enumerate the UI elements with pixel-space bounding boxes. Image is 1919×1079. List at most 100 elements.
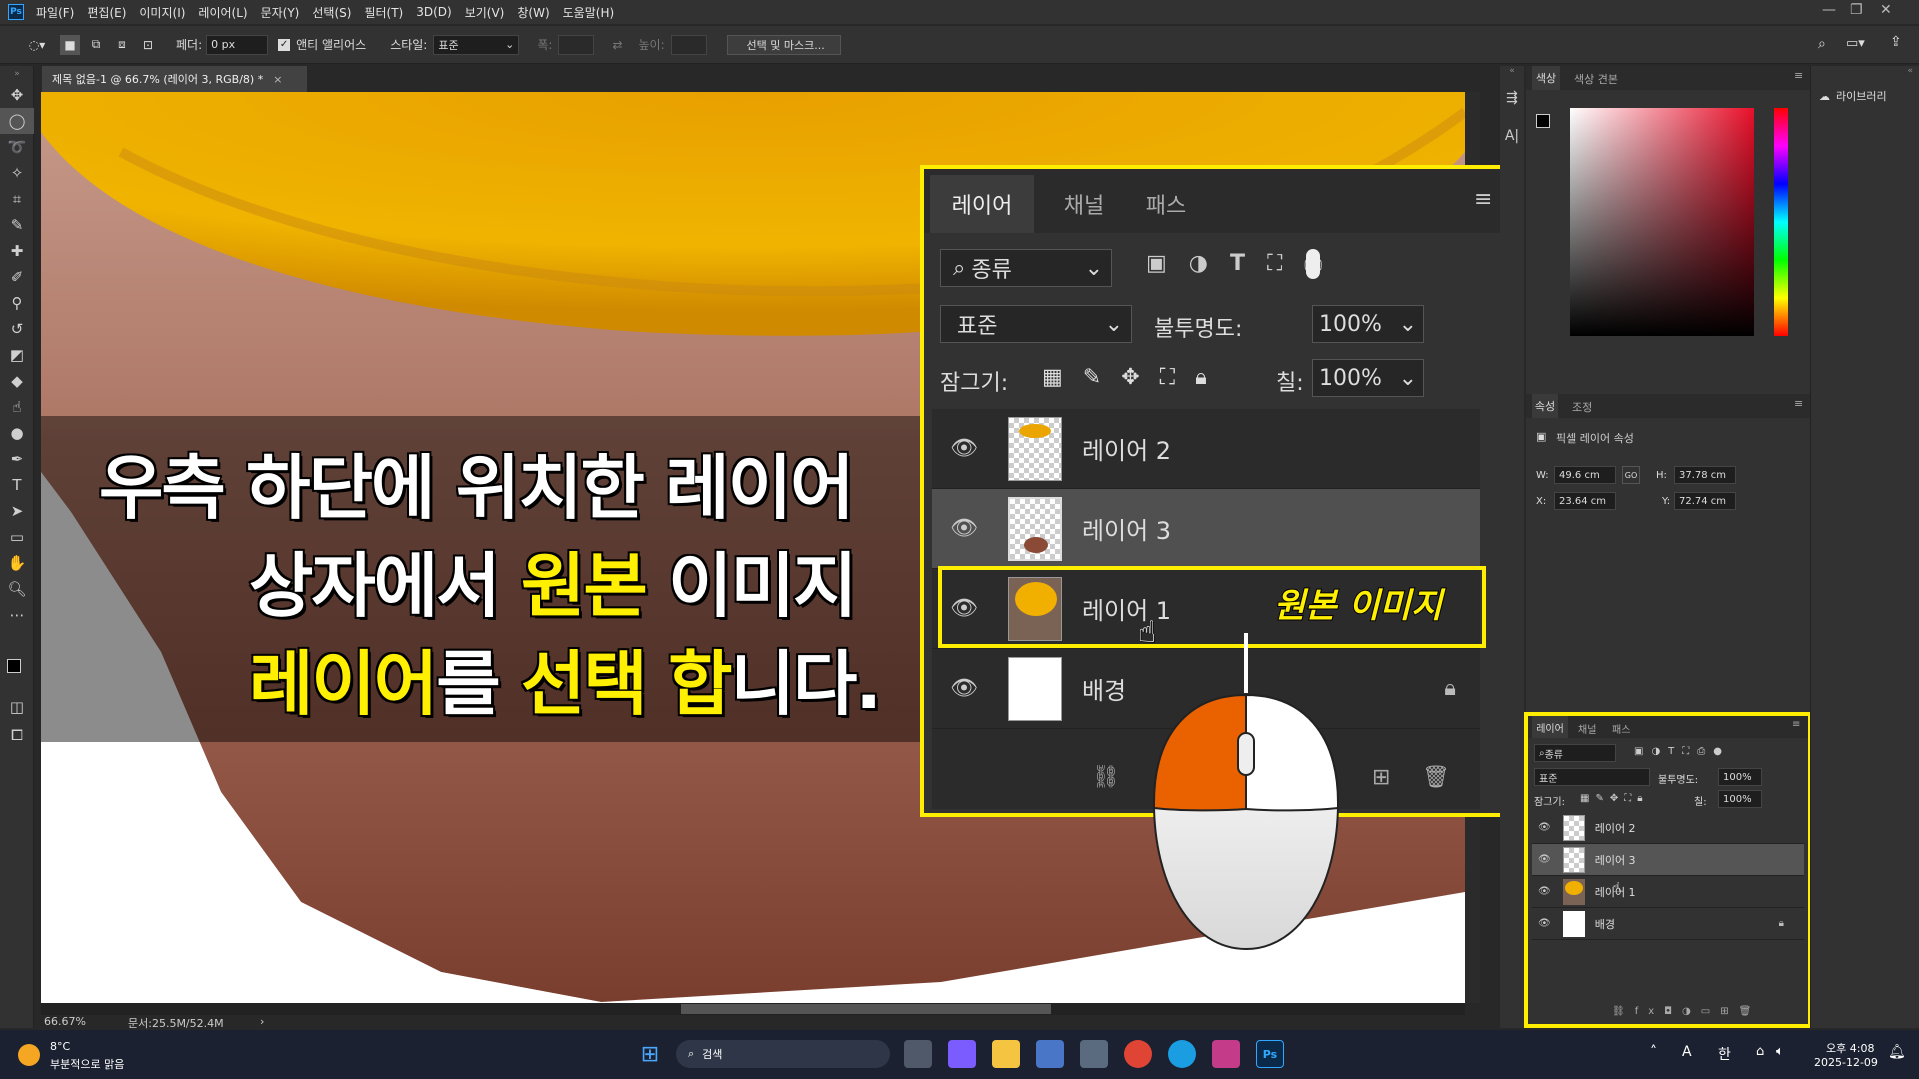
smudge-tool-icon[interactable]: ☝ [0,394,34,420]
filter-kind-select[interactable]: ⌕ 종류 [1534,744,1616,762]
tab-properties[interactable]: 속성 [1532,394,1558,418]
zoom-tool-icon[interactable]: 🔍︎ [0,576,34,602]
x-input[interactable]: 23.64 cm [1554,492,1616,510]
lock-paint-icon[interactable]: ✎ [1083,365,1101,390]
subtract-selection-icon[interactable]: ⧈ [112,35,132,55]
snipping-tool-icon[interactable] [1212,1040,1240,1068]
filter-kind-select[interactable]: ⌕ 종류 ⌄ [940,249,1112,287]
chrome-icon[interactable] [1124,1040,1152,1068]
new-selection-icon[interactable]: ■ [60,34,80,55]
lock-icons[interactable]: ▦✎✥⛶🔒︎ [1580,793,1649,804]
horizontal-scrollbar[interactable] [41,1003,1465,1015]
h-input[interactable]: 37.78 cm [1674,466,1736,484]
healing-brush-tool-icon[interactable]: ✚ [0,238,34,264]
feather-input[interactable]: 0 px [206,34,269,55]
intersect-selection-icon[interactable]: ⊡ [138,35,158,55]
layer-row[interactable]: 👁︎ 레이어 2 [932,409,1480,489]
dodge-tool-icon[interactable]: ● [0,420,34,446]
character-icon[interactable]: A| [1500,128,1524,144]
tab-layers[interactable]: 레이어 [1532,716,1568,738]
tab-paths[interactable]: 패스 [1612,721,1630,736]
screen-mode-icon[interactable]: ⧠ [0,722,34,748]
eye-icon[interactable]: 👁︎ [1538,822,1551,833]
start-icon[interactable]: ⊞ [636,1040,664,1068]
tab-channels[interactable]: 채널 [1578,721,1596,736]
collapse-icon[interactable]: « [1811,66,1919,80]
calculator-icon[interactable] [1080,1040,1108,1068]
eye-icon[interactable]: 👁︎ [1538,886,1551,897]
ime-mode-han[interactable]: 한 [1718,1044,1731,1064]
clock-time[interactable]: 오후 4:08 [1826,1040,1874,1056]
lock-artboard-icon[interactable]: ⛶ [1160,365,1175,390]
brush-tool-icon[interactable]: ✐ [0,264,34,290]
eye-icon[interactable]: 👁︎ [950,516,978,541]
foreground-color-swatch[interactable] [1536,114,1550,128]
filter-icons[interactable]: ▣◑T⛶⎙● [1634,746,1730,757]
lock-all-icon[interactable]: 🔒︎ [1195,365,1207,390]
pen-tool-icon[interactable]: ✒ [0,446,34,472]
elliptical-marquee-tool-icon[interactable]: ◯ [0,108,34,134]
eye-icon[interactable]: 👁︎ [1538,854,1551,865]
chevron-right-icon[interactable]: › [260,1015,264,1028]
paint-bucket-tool-icon[interactable]: ◆ [0,368,34,394]
tab-swatches[interactable]: 색상 견본 [1574,71,1618,87]
foreground-color-swatch[interactable] [7,659,21,673]
libraries-button[interactable]: ☁ 라이브러리 [1819,88,1887,104]
panel-menu-icon[interactable]: ≡ [1794,69,1803,82]
link-dimensions-icon[interactable]: GO [1622,466,1640,484]
zoom-level[interactable]: 66.67% [44,1015,86,1028]
eye-icon[interactable]: 👁︎ [950,676,978,701]
history-icon[interactable]: ⇶ [1500,90,1524,106]
clock-date[interactable]: 2025-12-09 [1814,1056,1878,1069]
workspace-icon[interactable]: ▭▾ [1846,36,1865,51]
stamp-tool-icon[interactable]: ⚲ [0,290,34,316]
restore-icon[interactable]: ❐ [1850,2,1863,18]
eye-icon[interactable]: 👁︎ [950,436,978,461]
collapse-icon[interactable]: » [0,66,34,82]
filter-toggle-icon[interactable] [1306,249,1320,279]
copilot-icon[interactable] [948,1040,976,1068]
menu-filter[interactable]: 필터(T) [364,4,403,21]
close-icon[interactable]: ✕ [1880,2,1892,18]
lock-position-icon[interactable]: ✥ [1121,365,1139,390]
file-explorer-icon[interactable] [992,1040,1020,1068]
fill-input[interactable]: 100% [1718,790,1762,808]
opacity-input[interactable]: 100% [1718,768,1762,786]
minimize-icon[interactable]: — [1822,2,1836,18]
more-tools-icon[interactable]: ⋯ [0,602,34,628]
store-icon[interactable] [1036,1040,1064,1068]
volume-icon[interactable]: 🔈︎ [1776,1044,1784,1059]
edge-icon[interactable] [1168,1040,1196,1068]
hand-tool-icon[interactable]: ✋ [0,550,34,576]
shape-filter-icon[interactable]: ⛶ [1267,251,1282,276]
image-filter-icon[interactable]: ▣ [1146,251,1167,276]
network-icon[interactable]: ⌂ [1756,1044,1764,1059]
style-select[interactable]: 표준 ⌄ [433,34,520,55]
layer-row[interactable]: 👁︎ 배경 🔒︎ [1532,908,1804,940]
panel-menu-icon[interactable]: ≡ [1474,187,1492,212]
color-field[interactable] [1570,108,1754,336]
search-box[interactable]: ⌕ 검색 [676,1040,890,1068]
eyedropper-tool-icon[interactable]: ✎ [0,212,34,238]
weather-icon[interactable] [18,1044,40,1066]
ime-mode-a[interactable]: A [1682,1044,1692,1060]
task-view-icon[interactable] [904,1040,932,1068]
tab-paths[interactable]: 패스 [1124,175,1208,233]
menu-help[interactable]: 도움말(H) [563,4,615,21]
share-icon[interactable]: ⇪ [1890,34,1902,50]
elliptical-marquee-preset-icon[interactable]: ◌▾ [20,35,54,55]
rectangle-tool-icon[interactable]: ▭ [0,524,34,550]
menu-layer[interactable]: 레이어(L) [198,4,247,21]
eye-icon[interactable]: 👁︎ [1538,918,1551,929]
tab-layers[interactable]: 레이어 [930,175,1034,233]
add-selection-icon[interactable]: ⧉ [86,35,106,55]
type-tool-icon[interactable]: T [0,472,34,498]
eraser-tool-icon[interactable]: ◩ [0,342,34,368]
chevron-down-icon[interactable]: ⌄ [1399,366,1417,391]
layer-row[interactable]: 👁︎ 레이어 3 [932,489,1480,569]
layers-footer-icons[interactable]: ⛓fx◘◑▭⊞🗑︎ [1612,1006,1761,1017]
menu-3d[interactable]: 3D(D) [416,5,451,19]
layer-row[interactable]: 👁︎ 레이어 3 [1532,844,1804,876]
type-filter-icon[interactable]: T [1230,251,1245,276]
hue-slider[interactable] [1774,108,1788,336]
